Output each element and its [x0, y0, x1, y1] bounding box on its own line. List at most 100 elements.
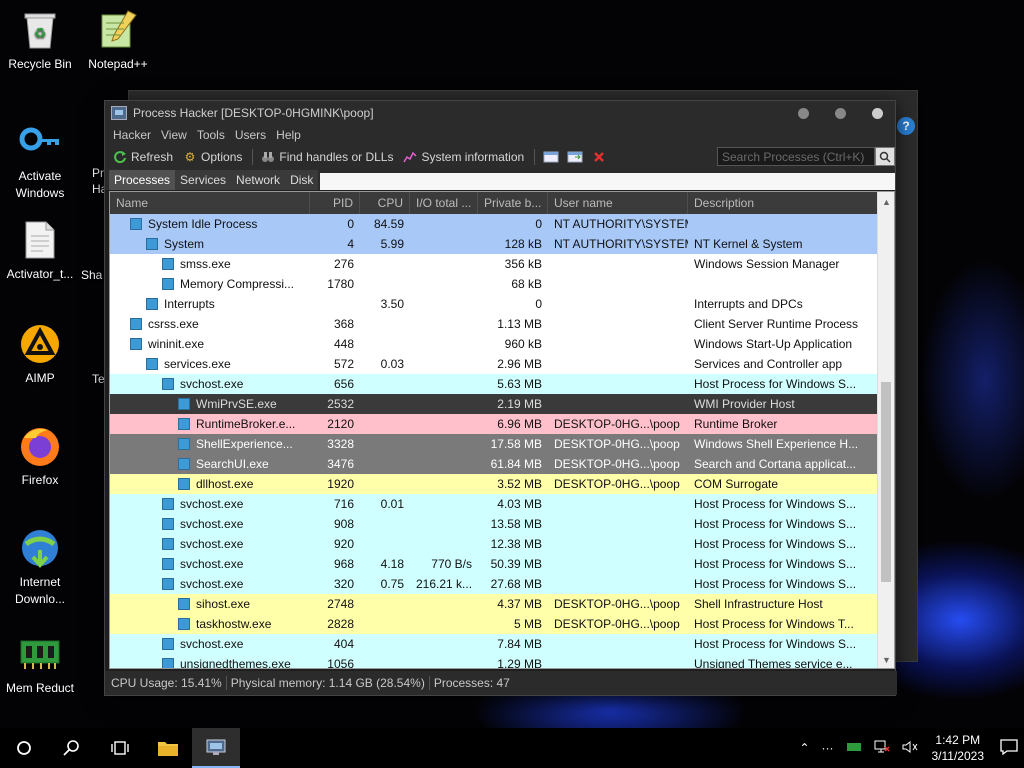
search-icon[interactable]: [875, 147, 895, 166]
window-icon[interactable]: [543, 150, 559, 164]
search-processes-input[interactable]: Search Processes (Ctrl+K): [717, 147, 875, 166]
desktop-icon-firefox[interactable]: Firefox: [0, 424, 80, 489]
notifications-icon[interactable]: [994, 738, 1024, 758]
process-icon: [146, 238, 158, 250]
title-bar[interactable]: Process Hacker [DESKTOP-0HGMINK\poop]: [105, 101, 895, 125]
close-button[interactable]: [872, 107, 883, 119]
process-name: smss.exe: [180, 257, 231, 271]
process-pid: 920: [333, 537, 354, 551]
process-row[interactable]: ◢System 4 5.99 128 kB NT AUTHORITY\SYSTEM NT …: [110, 234, 878, 254]
scroll-down-icon[interactable]: ▼: [878, 652, 894, 668]
column-user-name[interactable]: User name: [548, 192, 688, 214]
memreduct-tray-icon[interactable]: [846, 741, 862, 756]
desktop-icon-recycle-bin[interactable]: ♻ Recycle Bin: [0, 8, 80, 73]
desktop-icon-aimp[interactable]: AIMP: [0, 322, 80, 387]
desktop-icon-activate[interactable]: Activate Windows: [0, 120, 80, 202]
process-row[interactable]: ShellExperience... 3328 17.58 MB DESKTOP-0H…: [110, 434, 878, 454]
desktop-icon-label: Firefox: [21, 473, 59, 487]
process-row[interactable]: ◢services.exe 572 0.03 2.96 MB Services and …: [110, 354, 878, 374]
process-description: Host Process for Windows S...: [694, 557, 857, 571]
process-name-cell: taskhostw.exe: [110, 617, 310, 631]
process-pid: 448: [333, 337, 354, 351]
desktop-icon-memreduct[interactable]: Mem Reduct: [0, 632, 80, 697]
process-row[interactable]: ◢wininit.exe 448 960 kB Windows Start-Up Ap…: [110, 334, 878, 354]
process-row[interactable]: unsignedthemes.exe 1056 1.29 MB Unsigned Th…: [110, 654, 878, 669]
desktop-icon-activator[interactable]: Activator_t...: [0, 218, 80, 283]
menu-view[interactable]: View: [157, 128, 191, 142]
column-cpu[interactable]: CPU: [360, 192, 410, 214]
terminate-icon[interactable]: [591, 150, 607, 164]
process-row[interactable]: taskhostw.exe 2828 5 MB DESKTOP-0HG...\poop…: [110, 614, 878, 634]
process-private-bytes: 1.29 MB: [497, 657, 542, 669]
process-row[interactable]: csrss.exe 368 1.13 MB Client Server Runtime…: [110, 314, 878, 334]
process-private-bytes: 128 kB: [504, 237, 542, 251]
clock[interactable]: 1:42 PM 3/11/2023: [932, 732, 985, 764]
column-header: Name PID CPU I/O total ... Private b... …: [110, 192, 894, 214]
menu-help[interactable]: Help: [272, 128, 305, 142]
column-io-total[interactable]: I/O total ...: [410, 192, 478, 214]
tab-services[interactable]: Services: [175, 170, 232, 190]
process-io-total: 770 B/s: [431, 557, 472, 571]
process-pid: 2748: [327, 597, 354, 611]
column-description[interactable]: Description: [688, 192, 868, 214]
column-private-bytes[interactable]: Private b...: [478, 192, 548, 214]
options-button[interactable]: ⚙ Options: [179, 150, 246, 164]
window-go-icon[interactable]: [567, 150, 583, 164]
status-cpu-usage: CPU Usage: 15.41%: [107, 676, 227, 690]
file-explorer-button[interactable]: [144, 728, 192, 768]
process-row[interactable]: WmiPrvSE.exe 2532 2.19 MB WMI Provider Host: [110, 394, 878, 414]
help-icon[interactable]: ?: [897, 117, 915, 135]
column-pid[interactable]: PID: [310, 192, 360, 214]
process-private-bytes: 7.84 MB: [497, 637, 542, 651]
volume-muted-icon[interactable]: [902, 740, 918, 757]
tab-disk[interactable]: Disk: [285, 170, 319, 190]
process-icon: [146, 298, 158, 310]
network-icon[interactable]: [874, 740, 890, 757]
vertical-scrollbar[interactable]: ▲ ▼: [877, 192, 894, 668]
search-button[interactable]: [48, 728, 96, 768]
process-hacker-taskbar-button[interactable]: [192, 728, 240, 768]
tab-network[interactable]: Network: [231, 170, 286, 190]
column-name[interactable]: Name: [110, 192, 310, 214]
process-row[interactable]: svchost.exe 404 7.84 MB Host Process for Wi…: [110, 634, 878, 654]
process-row[interactable]: sihost.exe 2748 4.37 MB DESKTOP-0HG...\poop…: [110, 594, 878, 614]
scroll-up-icon[interactable]: ▲: [878, 194, 894, 210]
notepadpp-icon: [96, 8, 140, 52]
maximize-button[interactable]: [835, 107, 846, 119]
process-description: WMI Provider Host: [694, 397, 795, 411]
tab-processes[interactable]: Processes: [109, 170, 176, 190]
process-row[interactable]: ◢System Idle Process 0 84.59 0 NT AUTHORITY\…: [110, 214, 878, 234]
ellipsis-icon[interactable]: ···: [822, 741, 834, 755]
task-view-button[interactable]: [96, 728, 144, 768]
menu-hacker[interactable]: Hacker: [109, 128, 155, 142]
process-name: RuntimeBroker.e...: [196, 417, 296, 431]
process-row[interactable]: svchost.exe 968 4.18 770 B/s 50.39 MB Host Pr…: [110, 554, 878, 574]
chevron-up-icon[interactable]: ⌃: [799, 741, 809, 755]
refresh-button[interactable]: Refresh: [109, 150, 177, 164]
process-row[interactable]: smss.exe 276 356 kB Windows Session Manager: [110, 254, 878, 274]
find-handles-button[interactable]: Find handles or DLLs: [257, 150, 397, 164]
process-row[interactable]: SearchUI.exe 3476 61.84 MB DESKTOP-0HG...\p…: [110, 454, 878, 474]
process-row[interactable]: ◢svchost.exe 656 5.63 MB Host Process for W…: [110, 374, 878, 394]
minimize-button[interactable]: [798, 107, 809, 119]
process-row[interactable]: ◢svchost.exe 320 0.75 216.21 k... 27.68 MB Ho…: [110, 574, 878, 594]
desktop-icon-idm[interactable]: Internet Downlo...: [0, 526, 80, 608]
process-row[interactable]: svchost.exe 920 12.38 MB Host Process for W…: [110, 534, 878, 554]
process-pid: 276: [333, 257, 354, 271]
tab-strip-fill: [320, 173, 895, 190]
process-pid: 572: [333, 357, 354, 371]
system-information-button[interactable]: System information: [399, 150, 528, 164]
process-row[interactable]: RuntimeBroker.e... 2120 6.96 MB DESKTOP-0HG…: [110, 414, 878, 434]
process-row[interactable]: Interrupts 3.50 0 Interrupts and DPCs: [110, 294, 878, 314]
desktop-icon-notepadpp[interactable]: Notepad++: [78, 8, 158, 73]
scrollbar-thumb[interactable]: [881, 382, 891, 582]
menu-users[interactable]: Users: [231, 128, 270, 142]
process-row[interactable]: svchost.exe 908 13.58 MB Host Process for W…: [110, 514, 878, 534]
menu-tools[interactable]: Tools: [193, 128, 229, 142]
process-row[interactable]: svchost.exe 716 0.01 4.03 MB Host Process fo…: [110, 494, 878, 514]
process-row[interactable]: Memory Compressi... 1780 68 kB: [110, 274, 878, 294]
process-user-name: DESKTOP-0HG...\poop: [554, 617, 680, 631]
process-private-bytes: 2.96 MB: [497, 357, 542, 371]
process-row[interactable]: dllhost.exe 1920 3.52 MB DESKTOP-0HG...\poo…: [110, 474, 878, 494]
start-button[interactable]: [0, 728, 48, 768]
